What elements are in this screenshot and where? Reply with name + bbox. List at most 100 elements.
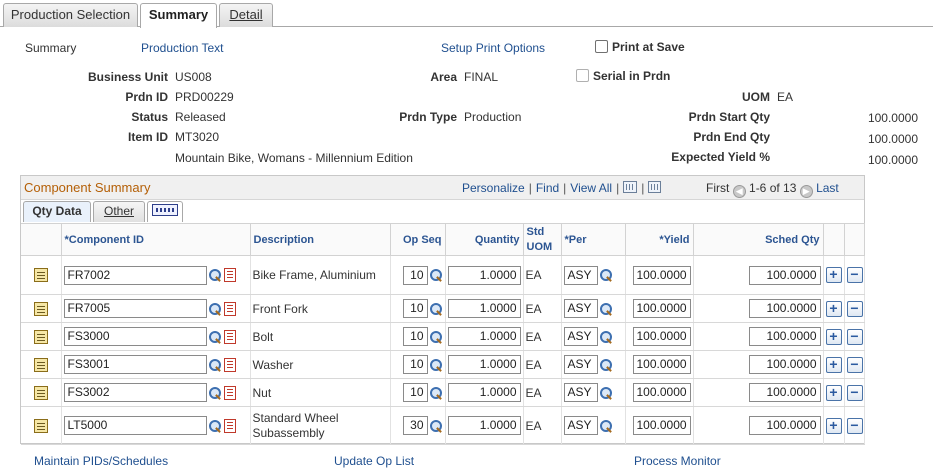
delete-row-button[interactable]: − (846, 328, 863, 345)
lookup-icon[interactable] (429, 419, 443, 433)
detail-icon[interactable] (223, 301, 236, 316)
add-row-button[interactable]: + (825, 300, 842, 317)
quantity-input[interactable]: 1.0000 (447, 416, 521, 435)
delete-row-button[interactable]: − (846, 356, 863, 373)
op-seq-input[interactable]: 10 (402, 265, 428, 285)
component-id-input[interactable]: FS3000 (63, 327, 207, 346)
lookup-icon[interactable] (599, 419, 613, 433)
sched-qty-input[interactable]: 100.0000 (748, 416, 821, 435)
per-input[interactable]: ASY (563, 383, 598, 402)
view-all-link[interactable]: View All (570, 181, 612, 195)
process-monitor-link[interactable]: Process Monitor (634, 454, 721, 468)
lookup-icon[interactable] (599, 330, 613, 344)
serial-in-prdn-checkbox[interactable]: Serial in Prdn (576, 69, 670, 83)
component-id-input[interactable]: FS3001 (63, 355, 207, 374)
lookup-icon[interactable] (599, 302, 613, 316)
sched-qty-input[interactable]: 100.0000 (748, 355, 821, 374)
row-detail-icon[interactable] (33, 329, 48, 344)
row-detail-icon[interactable] (33, 268, 48, 283)
delete-row-button[interactable]: − (846, 267, 863, 283)
tab-qty-data[interactable]: Qty Data (23, 201, 91, 222)
lookup-icon[interactable] (599, 386, 613, 400)
new-window-icon[interactable] (623, 181, 638, 193)
delete-row-button[interactable]: − (846, 300, 863, 317)
quantity-input[interactable]: 1.0000 (447, 355, 521, 374)
row-detail-icon[interactable] (33, 357, 48, 372)
row-detail-icon[interactable] (33, 385, 48, 400)
sched-qty-header[interactable]: Sched Qty (693, 223, 824, 256)
yield-input[interactable]: 100.0000 (632, 327, 691, 346)
row-detail-icon[interactable] (33, 301, 48, 316)
quantity-input[interactable]: 1.0000 (447, 383, 521, 402)
op-seq-input[interactable]: 30 (402, 416, 428, 435)
lookup-icon[interactable] (208, 268, 222, 282)
print-at-save-checkbox[interactable]: Print at Save (595, 40, 685, 54)
setup-print-options-link[interactable]: Setup Print Options (441, 41, 545, 55)
add-row-button[interactable]: + (825, 267, 842, 283)
maintain-pids-link[interactable]: Maintain PIDs/Schedules (34, 454, 168, 468)
op-seq-header[interactable]: Op Seq (390, 223, 446, 256)
previous-icon[interactable]: ◀ (732, 185, 746, 198)
sched-qty-input[interactable]: 100.0000 (748, 299, 821, 318)
op-seq-input[interactable]: 10 (402, 299, 428, 318)
sched-qty-input[interactable]: 100.0000 (748, 265, 821, 285)
add-row-button[interactable]: + (825, 384, 842, 401)
yield-input[interactable]: 100.0000 (632, 355, 691, 374)
tab-other[interactable]: Other (93, 201, 145, 222)
per-input[interactable]: ASY (563, 299, 598, 318)
per-input[interactable]: ASY (563, 327, 598, 346)
detail-icon[interactable] (223, 385, 236, 400)
op-seq-input[interactable]: 10 (402, 327, 428, 346)
add-row-button[interactable]: + (825, 417, 842, 434)
checkbox-box[interactable] (576, 69, 589, 82)
lookup-icon[interactable] (429, 330, 443, 344)
next-icon[interactable]: ▶ (799, 185, 813, 198)
std-uom-header[interactable]: Std UOM (523, 223, 562, 256)
delete-row-button[interactable]: − (846, 384, 863, 401)
sched-qty-input[interactable]: 100.0000 (748, 327, 821, 346)
personalize-link[interactable]: Personalize (462, 181, 525, 195)
lookup-icon[interactable] (429, 386, 443, 400)
description-header[interactable]: Description (250, 223, 391, 256)
delete-row-button[interactable]: − (846, 417, 863, 434)
lookup-icon[interactable] (208, 358, 222, 372)
component-id-input[interactable]: FS3002 (63, 383, 207, 402)
yield-input[interactable]: 100.0000 (632, 299, 691, 318)
sched-qty-input[interactable]: 100.0000 (748, 383, 821, 402)
op-seq-input[interactable]: 10 (402, 383, 428, 402)
lookup-icon[interactable] (429, 302, 443, 316)
lookup-icon[interactable] (599, 268, 613, 282)
add-row-button[interactable]: + (825, 356, 842, 373)
lookup-icon[interactable] (599, 358, 613, 372)
last-link[interactable]: Last (816, 181, 839, 195)
production-text-link[interactable]: Production Text (141, 41, 224, 55)
quantity-input[interactable]: 1.0000 (447, 265, 521, 285)
download-icon[interactable] (648, 181, 662, 193)
tab-detail[interactable]: Detail (219, 3, 273, 27)
quantity-header[interactable]: Quantity (445, 223, 524, 256)
find-link[interactable]: Find (536, 181, 559, 195)
row-detail-icon[interactable] (33, 418, 48, 433)
checkbox-box[interactable] (595, 40, 608, 53)
component-id-header[interactable]: *Component ID (61, 223, 251, 256)
per-input[interactable]: ASY (563, 265, 598, 285)
detail-icon[interactable] (223, 329, 236, 344)
quantity-input[interactable]: 1.0000 (447, 327, 521, 346)
per-input[interactable]: ASY (563, 416, 598, 435)
component-id-input[interactable]: FR7002 (63, 265, 207, 285)
component-id-input[interactable]: LT5000 (63, 416, 207, 435)
component-id-input[interactable]: FR7005 (63, 299, 207, 318)
lookup-icon[interactable] (208, 330, 222, 344)
add-row-button[interactable]: + (825, 328, 842, 345)
lookup-icon[interactable] (208, 386, 222, 400)
op-seq-input[interactable]: 10 (402, 355, 428, 374)
per-header[interactable]: *Per (561, 223, 626, 256)
detail-icon[interactable] (223, 268, 236, 282)
yield-header[interactable]: *Yield (625, 223, 694, 256)
update-op-list-link[interactable]: Update Op List (334, 454, 414, 468)
show-all-columns-tab[interactable] (147, 201, 183, 222)
lookup-icon[interactable] (208, 419, 222, 433)
per-input[interactable]: ASY (563, 355, 598, 374)
yield-input[interactable]: 100.0000 (632, 416, 691, 435)
detail-icon[interactable] (223, 418, 236, 433)
